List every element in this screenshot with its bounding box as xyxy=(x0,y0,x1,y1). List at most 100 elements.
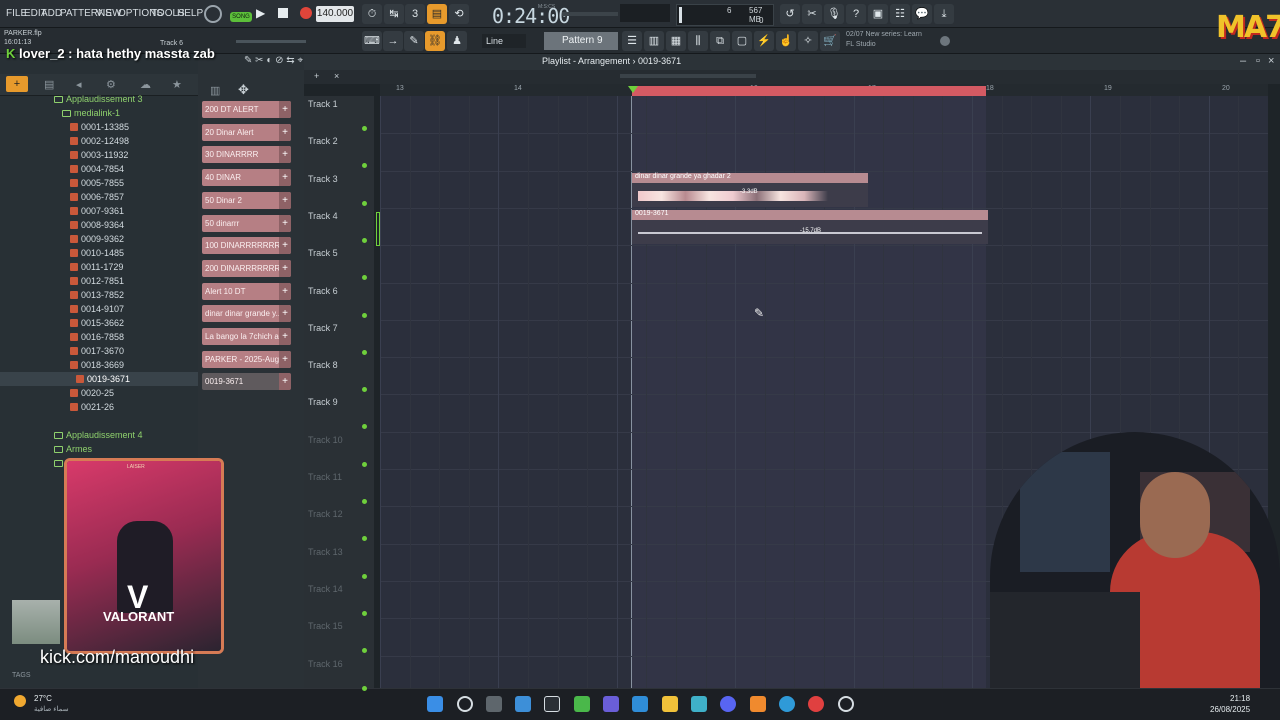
browser-folder[interactable]: Applaudissement 4 xyxy=(0,428,198,442)
draw-icon[interactable]: ✎ xyxy=(404,31,424,51)
loop-record-icon[interactable]: ⟲ xyxy=(449,4,469,24)
clip-item[interactable]: Alert 10 DT + xyxy=(202,282,291,300)
track-label[interactable]: Track 8 xyxy=(308,360,338,370)
track-label[interactable]: Track 10 xyxy=(308,435,343,445)
clip-item[interactable]: PARKER - 2025-Aug-... + xyxy=(202,350,291,368)
browser-file[interactable]: 0010-1485 xyxy=(0,246,198,260)
browser-file[interactable]: 0016-7858 xyxy=(0,330,198,344)
news-line-1[interactable]: 02/07 New series: Learn xyxy=(846,31,922,38)
news-line-2[interactable]: FL Studio xyxy=(846,41,876,48)
track-mute-toggle[interactable] xyxy=(362,461,367,467)
browser-file[interactable]: 0001-13385 xyxy=(0,120,198,134)
add-clip-icon[interactable]: + xyxy=(279,237,291,255)
task-view-icon[interactable] xyxy=(486,696,502,712)
screen-icon[interactable] xyxy=(632,696,648,712)
browser-file[interactable]: 0019-3671 xyxy=(0,372,198,386)
browser-folder[interactable]: medialink-1 xyxy=(0,106,198,120)
add-clip-icon[interactable]: + xyxy=(279,350,291,368)
track-mute-toggle[interactable] xyxy=(362,573,367,579)
track-label[interactable]: Track 6 xyxy=(308,286,338,296)
browser-file[interactable]: 0007-9361 xyxy=(0,204,198,218)
play-icon[interactable]: ▶ xyxy=(256,6,265,20)
copilot-icon[interactable] xyxy=(603,696,619,712)
song-mode-toggle[interactable]: SONG xyxy=(230,12,252,22)
record-mode-icon[interactable] xyxy=(204,5,222,23)
download-icon[interactable]: ⤓ xyxy=(934,4,954,24)
browser-file[interactable]: 0013-7852 xyxy=(0,288,198,302)
track-mute-toggle[interactable] xyxy=(362,126,367,131)
save-icon[interactable]: ▣ xyxy=(868,4,888,24)
maximize-icon[interactable]: ▫ xyxy=(1256,55,1260,67)
edge-icon[interactable] xyxy=(779,696,795,712)
clip-item[interactable]: La bango la 7chich al... + xyxy=(202,328,291,345)
chat-icon[interactable]: 💬 xyxy=(912,4,932,24)
wait-icon[interactable]: ↹ xyxy=(384,4,404,24)
add-clip-icon[interactable]: + xyxy=(279,214,291,232)
add-clip-icon[interactable]: + xyxy=(279,305,291,323)
track-label[interactable]: Track 9 xyxy=(308,397,338,407)
network-icon[interactable] xyxy=(515,696,531,712)
add-clip-icon[interactable]: + xyxy=(279,282,291,300)
help-icon[interactable]: ? xyxy=(846,4,866,24)
loop-region[interactable] xyxy=(632,86,986,96)
windows-start-icon[interactable] xyxy=(427,696,443,712)
browser-file[interactable]: 0012-7851 xyxy=(0,274,198,288)
clip-item[interactable]: 200 DINARRRRRRRR + xyxy=(202,259,291,277)
star-icon[interactable]: ★ xyxy=(172,78,182,91)
clip-item[interactable]: 30 DINARRRR + xyxy=(202,146,291,164)
close-track-icon[interactable]: × xyxy=(334,71,339,81)
grid-icon[interactable]: ▥ xyxy=(210,84,220,97)
touch-icon[interactable]: ☝ xyxy=(776,31,796,51)
plugin-db-icon[interactable]: ⚙ xyxy=(106,78,116,91)
track-label[interactable]: Track 5 xyxy=(308,248,338,258)
browser-file[interactable]: 0005-7855 xyxy=(0,176,198,190)
track-mute-toggle[interactable] xyxy=(362,349,367,355)
track-selector[interactable] xyxy=(376,212,380,246)
plug-icon[interactable]: ⚡ xyxy=(754,31,774,51)
arrow-icon[interactable]: → xyxy=(383,31,403,51)
add-track-icon[interactable]: + xyxy=(314,71,319,81)
audio-clip-dinar[interactable]: dinar dinar grande ya ghadar 2 -3.3dB xyxy=(632,173,868,207)
track-mute-toggle[interactable] xyxy=(362,685,367,691)
clip-item[interactable]: 100 DINARRRRRRR + xyxy=(202,237,291,255)
mixer-window-icon[interactable]: ⫼ xyxy=(688,31,708,51)
track-mute-toggle[interactable] xyxy=(362,237,367,243)
clip-item[interactable]: 50 Dinar 2 + xyxy=(202,191,291,209)
move-icon[interactable]: ✥ xyxy=(238,82,249,98)
track-label[interactable]: Track 14 xyxy=(308,584,343,594)
clip-item[interactable]: 0019-3671 + xyxy=(202,373,291,391)
folder-icon[interactable] xyxy=(662,696,678,712)
weather-icon[interactable] xyxy=(14,695,26,707)
menu-add[interactable]: ADD xyxy=(41,8,62,19)
opera-icon[interactable] xyxy=(808,696,824,712)
playlist-icon[interactable]: ☰ xyxy=(622,31,642,51)
track-label[interactable]: Track 1 xyxy=(308,99,338,109)
browser-file[interactable]: 0018-3669 xyxy=(0,358,198,372)
track-label[interactable]: Track 3 xyxy=(308,174,338,184)
track-mute-toggle[interactable] xyxy=(362,312,367,318)
browser-file[interactable]: 0002-12498 xyxy=(0,134,198,148)
files-icon[interactable]: ▤ xyxy=(44,78,54,91)
track-label[interactable]: Track 11 xyxy=(308,472,342,482)
menu-help[interactable]: HELP xyxy=(177,8,203,19)
browser-folder[interactable]: Applaudissement 3 xyxy=(0,92,198,106)
track-label[interactable]: Track 2 xyxy=(308,136,338,146)
record-icon[interactable] xyxy=(300,7,312,19)
tool-icons[interactable]: ✎ ✂ ◐ ⊘ ⇆ ⌖ xyxy=(244,55,303,66)
countdown-icon[interactable]: 3 xyxy=(405,4,425,24)
track-label[interactable]: Track 4 xyxy=(308,211,338,221)
clip-item[interactable]: 200 DT ALERT + xyxy=(202,101,291,118)
add-icon[interactable]: + xyxy=(6,76,28,92)
browser-file[interactable]: 0011-1729 xyxy=(0,260,198,274)
pitch-slider[interactable] xyxy=(236,40,306,43)
track-mute-toggle[interactable] xyxy=(362,200,367,206)
horizontal-scrollbar[interactable] xyxy=(620,74,756,78)
browser-file[interactable]: 0021-26 xyxy=(0,400,198,414)
browser-file[interactable]: 0020-25 xyxy=(0,386,198,400)
chrome-icon[interactable] xyxy=(838,696,854,712)
channel-rack-icon[interactable]: ▦ xyxy=(666,31,686,51)
add-clip-icon[interactable]: + xyxy=(279,101,291,118)
add-clip-icon[interactable]: + xyxy=(279,169,291,187)
wand-icon[interactable]: ✧ xyxy=(798,31,818,51)
piano-roll-icon[interactable]: ▥ xyxy=(644,31,664,51)
